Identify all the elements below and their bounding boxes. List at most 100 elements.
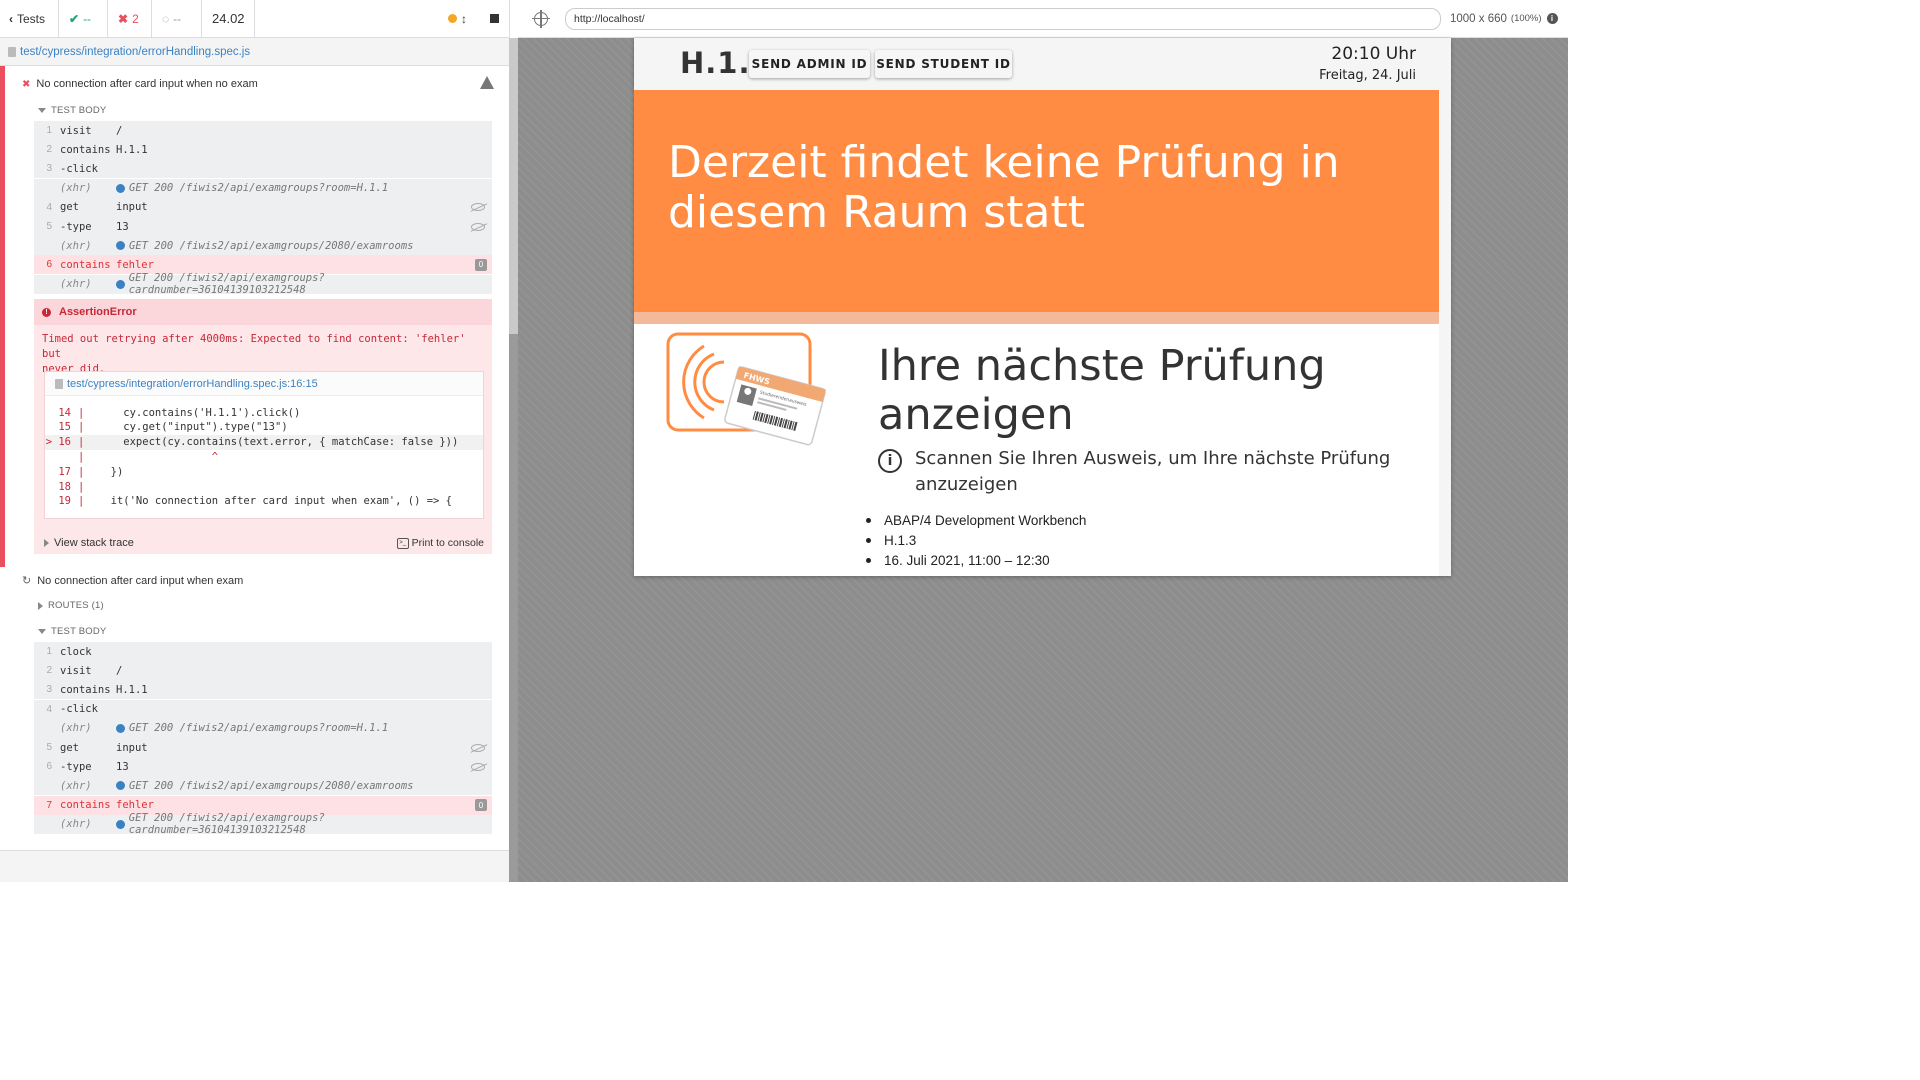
viewport-info: 1000 x 660 (100%) i — [1450, 13, 1558, 25]
command-message: H.1.1 — [116, 683, 148, 696]
command-row[interactable]: (xhr) GET 200 /fiwis2/api/examgroups?card… — [34, 272, 492, 296]
command-name: contains — [60, 799, 111, 812]
test-title-text: No connection after card input when no e… — [36, 78, 258, 90]
selector-playground-icon[interactable] — [532, 9, 550, 28]
error-message-line: Timed out retrying after 4000ms: Expecte… — [42, 333, 466, 360]
code-line: 14 | cy.contains('H.1.1').click() — [45, 405, 483, 420]
command-name: visit — [60, 124, 92, 137]
file-icon — [55, 378, 63, 389]
command-row[interactable]: 1 clock — [34, 642, 492, 661]
send-student-id-button[interactable]: SEND STUDENT ID — [875, 50, 1012, 78]
command-row[interactable]: (xhr) GET 200 /fiwis2/api/examgroups?room… — [34, 178, 492, 198]
reporter-footer — [0, 850, 509, 882]
code-line: 18 | — [45, 479, 483, 494]
command-number: 6 — [46, 761, 52, 773]
reporter-scrollbar-thumb[interactable] — [509, 38, 518, 334]
line-source: cy.get("input").type("13") — [98, 421, 288, 434]
xhr-dot-icon — [116, 183, 125, 193]
code-frame-file-link[interactable]: test/cypress/integration/errorHandling.s… — [45, 372, 483, 396]
failed-count: ✖ 2 — [108, 0, 152, 38]
command-row[interactable]: 4 get input — [34, 197, 492, 217]
stop-button[interactable] — [490, 14, 499, 23]
command-message: fehler — [116, 258, 154, 271]
command-name: (xhr) — [60, 722, 92, 735]
chevron-down-icon — [38, 108, 46, 113]
command-row[interactable]: 5 -type 13 — [34, 217, 492, 236]
command-row[interactable]: 4 -click — [34, 699, 492, 719]
command-row[interactable]: (xhr) GET 200 /fiwis2/api/examgroups/2080… — [34, 236, 492, 256]
command-message: input — [116, 201, 148, 214]
aut-header: http://localhost/ 1000 x 660 (100%) i — [518, 0, 1568, 38]
line-gutter: | — [78, 465, 85, 478]
command-name: get — [60, 201, 79, 214]
code-frame-path[interactable]: test/cypress/integration/errorHandling.s… — [67, 378, 318, 390]
eye-slash-icon — [471, 762, 485, 771]
app-frame: H.1.1 SEND ADMIN ID SEND STUDENT ID 20:1… — [634, 38, 1451, 576]
pending-circle-icon: ◌ — [162, 11, 170, 26]
viewport-size: 1000 x 660 — [1450, 12, 1507, 25]
xhr-dot-icon — [116, 723, 125, 733]
warning-icon — [480, 76, 494, 89]
test-title-1[interactable]: ✖ No connection after card input when no… — [22, 78, 258, 90]
check-icon: ✔ — [69, 11, 80, 26]
command-row[interactable]: (xhr) GET 200 /fiwis2/api/examgroups?card… — [34, 812, 492, 836]
section-title: TEST BODY — [51, 626, 107, 637]
routes-toggle[interactable]: ROUTES (1) — [38, 600, 104, 611]
tests-back-button[interactable]: ‹ Tests — [0, 0, 59, 38]
command-row[interactable]: 2 visit / — [34, 661, 492, 681]
test-title-2[interactable]: ↻ No connection after card input when ex… — [22, 574, 243, 588]
print-to-console-button[interactable]: >_ Print to console — [396, 537, 484, 549]
command-row[interactable]: 6 -type 13 — [34, 757, 492, 777]
stats-bar: ‹ Tests ✔ -- ✖ 2 ◌ -- 24.02 ↕ — [0, 0, 509, 38]
x-icon: ✖ — [118, 11, 129, 26]
xhr-dot-icon — [116, 819, 125, 829]
command-name: -type — [60, 760, 92, 773]
command-row[interactable]: (xhr) GET 200 /fiwis2/api/examgroups/2080… — [34, 776, 492, 796]
clock-time: 20:10 Uhr — [1331, 44, 1416, 64]
test-body-toggle[interactable]: TEST BODY — [38, 626, 106, 637]
x-icon: ✖ — [22, 78, 31, 90]
xhr-dot-icon — [116, 241, 125, 251]
info-icon: i — [878, 449, 902, 473]
line-gutter: | — [78, 406, 85, 419]
spec-file-link[interactable]: test/cypress/integration/errorHandling.s… — [0, 38, 509, 66]
error-panel: ! AssertionError Timed out retrying afte… — [34, 299, 492, 554]
spec-path[interactable]: test/cypress/integration/errorHandling.s… — [20, 46, 250, 58]
terminal-icon: >_ — [396, 537, 409, 549]
send-admin-id-button[interactable]: SEND ADMIN ID — [749, 50, 870, 78]
test-body-toggle[interactable]: TEST BODY — [38, 105, 106, 116]
command-row[interactable]: 1 visit / — [34, 121, 492, 140]
scan-hint-text: Scannen Sie Ihren Ausweis, um Ihre nächs… — [915, 448, 1391, 495]
command-row[interactable]: 3 contains H.1.1 — [34, 680, 492, 700]
command-row[interactable]: (xhr) GET 200 /fiwis2/api/examgroups?room… — [34, 718, 492, 738]
command-message: GET 200 /fiwis2/api/examgroups?cardnumbe… — [116, 812, 492, 836]
command-number: 1 — [46, 125, 52, 136]
command-row[interactable]: 5 get input — [34, 738, 492, 757]
reporter-panel: ‹ Tests ✔ -- ✖ 2 ◌ -- 24.02 ↕ test/cypre… — [0, 0, 510, 882]
command-name: (xhr) — [60, 239, 92, 252]
code-line: > 16 | expect(cy.contains(text.error, { m… — [45, 434, 483, 450]
next-exam-card: FHWS Studierendenausweis Ihre nächste Pr… — [634, 324, 1439, 576]
xhr-dot-icon — [116, 781, 125, 791]
chevron-down-icon — [38, 629, 46, 634]
viewport-scale: (100%) — [1510, 13, 1542, 24]
code-line: 15 | cy.get("input").type("13") — [45, 420, 483, 435]
line-source: expect(cy.contains(text.error, { matchCa… — [98, 436, 459, 449]
url-bar[interactable]: http://localhost/ — [565, 7, 1441, 30]
url-text: http://localhost/ — [574, 12, 645, 25]
failed-value: 2 — [132, 11, 139, 26]
command-row[interactable]: 2 contains H.1.1 — [34, 140, 492, 160]
command-message: GET 200 /fiwis2/api/examgroups?room=H.1.… — [116, 722, 492, 734]
command-name: contains — [60, 143, 111, 156]
command-message: fehler — [116, 799, 154, 812]
error-type: AssertionError — [59, 306, 137, 318]
command-name: contains — [60, 258, 111, 271]
view-stack-trace-button[interactable]: View stack trace — [54, 537, 134, 549]
code-frame: test/cypress/integration/errorHandling.s… — [44, 371, 484, 519]
no-exam-banner: Derzeit findet keine Prüfung in diesem R… — [634, 90, 1439, 312]
command-row[interactable]: 3 -click — [34, 159, 492, 179]
scroll-arrows-icon[interactable]: ↕ — [461, 12, 467, 26]
auto-scroll-dot-icon[interactable] — [448, 14, 457, 23]
info-icon[interactable]: i — [1546, 13, 1558, 24]
command-name: clock — [60, 645, 92, 658]
